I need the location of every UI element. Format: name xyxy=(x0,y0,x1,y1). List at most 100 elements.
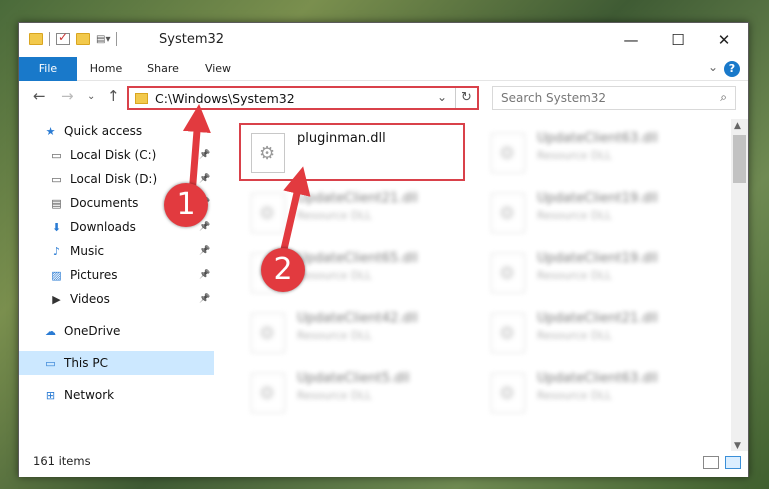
sidebar-item-videos[interactable]: ▶ Videos 📌 xyxy=(19,287,214,311)
list-item[interactable]: UpdateClient63.dll Resource DLL xyxy=(487,123,717,177)
list-item[interactable]: UpdateClient63.dll Resource DLL xyxy=(487,363,717,417)
cloud-icon: ☁ xyxy=(45,324,56,338)
step-badge-1: 1 xyxy=(164,183,208,227)
sidebar-item-label: This PC xyxy=(64,356,108,370)
back-arrow-icon[interactable]: ← xyxy=(33,87,46,105)
list-item[interactable]: UpdateClient5.dll Resource DLL xyxy=(247,363,477,417)
sidebar-item-onedrive[interactable]: ☁ OneDrive xyxy=(19,319,214,343)
highlight-box xyxy=(239,123,465,181)
drive-icon: ▭ xyxy=(51,148,62,162)
file-type: Resource DLL xyxy=(537,149,612,162)
sidebar-item-label: Music xyxy=(70,244,105,258)
list-item[interactable]: UpdateClient42.dll Resource DLL xyxy=(247,303,477,357)
dll-file-icon xyxy=(491,313,525,353)
scroll-down-icon[interactable]: ▼ xyxy=(734,441,741,451)
folder-icon[interactable] xyxy=(29,33,43,45)
music-icon: ♪ xyxy=(52,244,61,258)
file-name: UpdateClient21.dll xyxy=(537,311,658,326)
file-type: Resource DLL xyxy=(537,269,612,282)
dll-file-icon xyxy=(491,253,525,293)
scroll-up-icon[interactable]: ▲ xyxy=(734,121,741,131)
file-name: UpdateClient21.dll xyxy=(297,191,418,206)
quick-access-toolbar: ▤▾ xyxy=(29,30,118,46)
address-bar[interactable]: C:\Windows\System32 ⌄ ↻ xyxy=(127,86,479,110)
refresh-icon[interactable]: ↻ xyxy=(455,88,477,108)
dll-file-icon xyxy=(251,193,285,233)
close-button[interactable]: ✕ xyxy=(701,23,747,57)
sidebar-item-pictures[interactable]: ▨ Pictures 📌 xyxy=(19,263,214,287)
sidebar-item-label: Quick access xyxy=(64,124,143,138)
sidebar-item-quick-access[interactable]: ★ Quick access xyxy=(19,119,214,143)
item-count: 161 items xyxy=(33,454,91,468)
recent-locations-icon[interactable]: ⌄ xyxy=(87,91,95,102)
sidebar-item-label: Local Disk (C:) xyxy=(70,148,157,162)
navigation-pane: ★ Quick access ▭ Local Disk (C:) 📌 ▭ Local Dis… xyxy=(19,119,214,439)
large-icons-view-icon[interactable] xyxy=(725,456,741,469)
sidebar-item-label: Local Disk (D:) xyxy=(70,172,158,186)
file-type: Resource DLL xyxy=(297,209,372,222)
search-input[interactable]: Search System32 ⌕ xyxy=(492,86,736,110)
videos-icon: ▶ xyxy=(52,292,61,306)
sidebar-item-label: Pictures xyxy=(70,268,118,282)
pin-icon: 📌 xyxy=(199,270,211,280)
file-type: Resource DLL xyxy=(297,329,372,342)
step-badge-2: 2 xyxy=(261,248,305,292)
tab-view[interactable]: View xyxy=(195,57,241,81)
tab-file[interactable]: File xyxy=(19,57,77,81)
sidebar-item-label: Network xyxy=(64,388,115,402)
title-bar: ▤▾ System32 — ☐ ✕ xyxy=(19,23,748,57)
customize-toolbar-icon[interactable]: ▤▾ xyxy=(96,34,110,45)
file-type: Resource DLL xyxy=(537,329,612,342)
vertical-scrollbar[interactable]: ▲ ▼ xyxy=(731,119,748,454)
dll-file-icon xyxy=(491,373,525,413)
divider xyxy=(116,32,118,46)
sidebar-item-local-disk-c[interactable]: ▭ Local Disk (C:) 📌 xyxy=(19,143,214,167)
list-item[interactable]: UpdateClient21.dll Resource DLL xyxy=(487,303,717,357)
forward-arrow-icon[interactable]: → xyxy=(61,87,74,105)
sidebar-item-label: OneDrive xyxy=(64,324,121,338)
file-name: UpdateClient63.dll xyxy=(537,131,658,146)
file-type: Resource DLL xyxy=(537,389,612,402)
chevron-down-icon[interactable]: ⌄ xyxy=(437,90,447,104)
ribbon-tabs: File Home Share View ⌄ ? xyxy=(19,57,748,81)
tab-home[interactable]: Home xyxy=(81,57,131,81)
list-item[interactable]: UpdateClient19.dll Resource DLL xyxy=(487,243,717,297)
scroll-thumb[interactable] xyxy=(733,135,746,183)
pin-icon: 📌 xyxy=(199,222,211,232)
search-icon[interactable]: ⌕ xyxy=(720,90,727,105)
dll-file-icon xyxy=(251,373,285,413)
minimize-button[interactable]: — xyxy=(608,23,654,57)
maximize-button[interactable]: ☐ xyxy=(655,23,701,57)
sidebar-item-this-pc[interactable]: ▭ This PC xyxy=(19,351,214,375)
sidebar-item-music[interactable]: ♪ Music 📌 xyxy=(19,239,214,263)
file-type: Resource DLL xyxy=(297,389,372,402)
drive-icon: ▭ xyxy=(51,172,62,186)
sidebar-item-label: Videos xyxy=(70,292,110,306)
up-arrow-icon[interactable]: ↑ xyxy=(107,87,120,105)
properties-icon[interactable] xyxy=(56,30,70,45)
window-title: System32 xyxy=(159,32,225,47)
details-view-icon[interactable] xyxy=(703,456,719,469)
dll-file-icon xyxy=(491,133,525,173)
sidebar-item-network[interactable]: ⊞ Network xyxy=(19,383,214,407)
help-icon[interactable]: ? xyxy=(724,61,740,77)
expand-ribbon-icon[interactable]: ⌄ xyxy=(708,60,718,74)
tab-share[interactable]: Share xyxy=(139,57,187,81)
address-path[interactable]: C:\Windows\System32 xyxy=(155,91,295,106)
folder-icon xyxy=(135,93,148,104)
pin-icon: 📌 xyxy=(199,150,211,160)
list-item[interactable]: UpdateClient19.dll Resource DLL xyxy=(487,183,717,237)
file-name: UpdateClient42.dll xyxy=(297,311,418,326)
sidebar-item-label: Documents xyxy=(70,196,139,210)
documents-icon: ▤ xyxy=(51,196,62,210)
file-explorer-window: ▤▾ System32 — ☐ ✕ File Home Share View ⌄… xyxy=(18,22,749,477)
new-folder-icon[interactable] xyxy=(76,33,90,45)
status-bar: 161 items xyxy=(19,451,748,477)
list-item[interactable]: UpdateClient21.dll Resource DLL xyxy=(247,183,477,237)
file-type: Resource DLL xyxy=(297,269,372,282)
file-type: Resource DLL xyxy=(537,209,612,222)
file-name: UpdateClient19.dll xyxy=(537,251,658,266)
divider xyxy=(49,32,50,46)
pictures-icon: ▨ xyxy=(51,268,62,282)
pin-icon: 📌 xyxy=(199,174,211,184)
